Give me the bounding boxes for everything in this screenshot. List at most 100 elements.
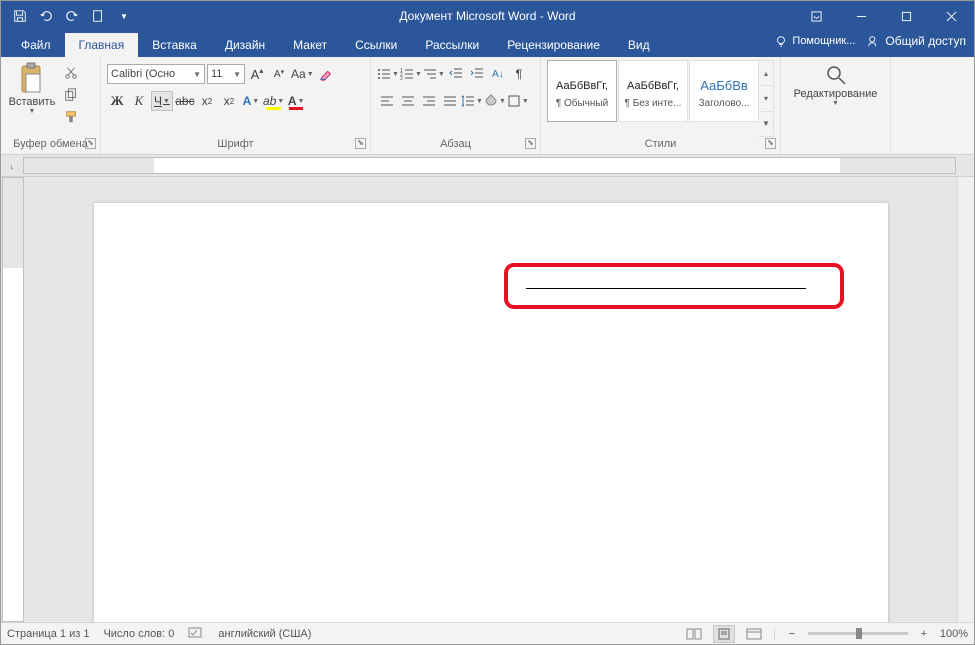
tab-references[interactable]: Ссылки [341,33,411,57]
view-web-icon[interactable] [743,625,765,643]
share-icon [867,34,881,48]
subscript-button[interactable]: x2 [197,91,217,111]
font-size-combo[interactable]: 11▼ [207,64,245,84]
bold-button[interactable]: Ж [107,91,127,111]
multilevel-icon[interactable]: ▼ [423,64,445,84]
zoom-value[interactable]: 100% [940,628,968,640]
borders-icon[interactable]: ▼ [507,91,529,111]
vertical-ruler[interactable] [2,177,24,622]
pilcrow-icon[interactable]: ¶ [509,64,529,84]
status-proof-icon[interactable] [188,625,204,642]
font-label: Шрифт [217,138,253,150]
tab-home[interactable]: Главная [65,33,139,57]
outdent-icon[interactable] [446,64,466,84]
tab-insert[interactable]: Вставка [138,33,211,57]
redo-icon[interactable] [61,5,83,27]
share-label: Общий доступ [885,34,966,48]
quick-access-toolbar: ▼ [1,5,135,27]
styles-label: Стили [645,138,677,150]
horizontal-ruler[interactable] [23,157,956,174]
document-page[interactable] [94,203,888,622]
tab-layout[interactable]: Макет [279,33,341,57]
tell-me[interactable]: Помощник... [774,34,855,48]
tab-file[interactable]: Файл [7,33,65,57]
tab-review[interactable]: Рецензирование [493,33,614,57]
tab-mailings[interactable]: Рассылки [411,33,493,57]
window-title: Документ Microsoft Word - Word [399,9,575,23]
para-dialog-icon[interactable]: ⬊ [525,138,536,149]
zoom-in-icon[interactable]: + [916,628,932,640]
styles-down-icon[interactable]: ▾ [759,86,773,111]
status-page[interactable]: Страница 1 из 1 [7,628,89,640]
font-name-combo[interactable]: Calibri (Осно▼ [107,64,205,84]
text-effects-icon[interactable]: A▼ [241,91,261,111]
font-dialog-icon[interactable]: ⬊ [355,138,366,149]
view-print-icon[interactable] [713,625,735,643]
para-label: Абзац [440,138,471,150]
italic-button[interactable]: К [129,91,149,111]
window-buttons [794,1,974,31]
shrink-font-icon[interactable]: A▾ [269,64,289,84]
editing-label: Редактирование [794,88,878,100]
format-painter-icon[interactable] [61,108,81,126]
minimize-icon[interactable] [839,1,884,31]
clipboard-dialog-icon[interactable]: ⬊ [85,138,96,149]
copy-icon[interactable] [61,86,81,104]
view-read-icon[interactable] [683,625,705,643]
bullets-icon[interactable]: ▼ [377,64,399,84]
status-words[interactable]: Число слов: 0 [103,628,174,640]
superscript-button[interactable]: x2 [219,91,239,111]
cut-icon[interactable] [61,64,81,82]
status-language[interactable]: английский (США) [218,628,311,640]
undo-icon[interactable] [35,5,57,27]
qat-dropdown-icon[interactable]: ▼ [113,5,135,27]
style-no-spacing[interactable]: АаБбВвГг, ¶ Без инте... [618,60,688,122]
vertical-scrollbar[interactable] [957,177,974,622]
strike-button[interactable]: abc [175,91,195,111]
align-center-icon[interactable] [398,91,418,111]
style-normal[interactable]: АаБбВвГг, ¶ Обычный [547,60,617,122]
zoom-slider[interactable] [808,632,908,635]
maximize-icon[interactable] [884,1,929,31]
group-clipboard: Вставить ▼ Буфер обмена⬊ [1,57,101,154]
font-color-icon[interactable]: A▼ [286,91,306,111]
styles-gallery-more[interactable]: ▴ ▾ ▼ [759,60,774,137]
ribbon-right: Помощник... Общий доступ [774,34,966,48]
underline-button[interactable]: Ч▼ [151,91,173,111]
zoom-out-icon[interactable]: − [784,628,800,640]
change-case-icon[interactable]: Aa▼ [291,64,314,84]
new-doc-icon[interactable] [87,5,109,27]
styles-expand-icon[interactable]: ▼ [759,112,773,136]
title-bar: ▼ Документ Microsoft Word - Word [1,1,974,31]
styles-dialog-icon[interactable]: ⬊ [765,138,776,149]
ribbon-options-icon[interactable] [794,1,839,31]
tab-selector-icon[interactable]: ˪ [1,155,23,176]
clear-format-icon[interactable] [316,64,336,84]
paste-button[interactable]: Вставить ▼ [7,60,57,137]
justify-icon[interactable] [440,91,460,111]
share-button[interactable]: Общий доступ [867,34,966,48]
close-icon[interactable] [929,1,974,31]
indent-icon[interactable] [467,64,487,84]
clipboard-label: Буфер обмена [13,138,88,150]
tab-view[interactable]: Вид [614,33,664,57]
styles-up-icon[interactable]: ▴ [759,61,773,86]
sort-icon[interactable]: A↓ [488,64,508,84]
align-left-icon[interactable] [377,91,397,111]
align-right-icon[interactable] [419,91,439,111]
editing-button[interactable]: Редактирование ▼ [791,60,881,137]
tab-design[interactable]: Дизайн [211,33,279,57]
save-icon[interactable] [9,5,31,27]
highlight-icon[interactable]: ab▼ [263,91,284,111]
paste-label: Вставить [9,96,56,108]
group-paragraph: ▼ 123▼ ▼ A↓ ¶ ▼ ▼ ▼ Абзац ⬊ [371,57,541,154]
ribbon-tabs: Файл Главная Вставка Дизайн Макет Ссылки… [1,31,974,57]
style-heading1[interactable]: АаБбВв Заголово... [689,60,759,122]
grow-font-icon[interactable]: A▴ [247,64,267,84]
shading-icon[interactable]: ▼ [484,91,506,111]
line-spacing-icon[interactable]: ▼ [461,91,483,111]
bulb-icon [774,34,788,48]
ruler-area: ˪ [1,155,974,177]
ribbon-body: Вставить ▼ Буфер обмена⬊ Calibri (Осно▼ … [1,57,974,155]
numbering-icon[interactable]: 123▼ [400,64,422,84]
